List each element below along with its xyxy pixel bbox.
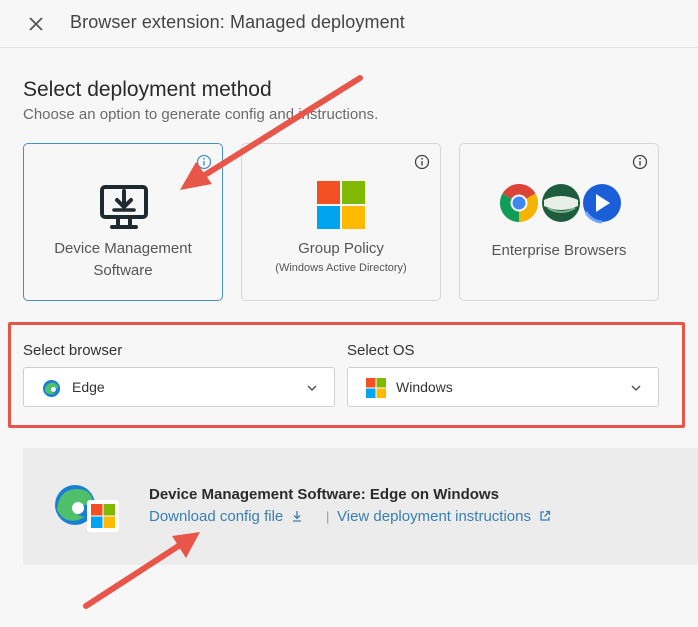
select-os-label: Select OS (347, 342, 415, 359)
browser-select[interactable]: Edge (23, 367, 335, 407)
chrome-icon (499, 183, 539, 223)
download-config-label: Download config file (149, 508, 284, 525)
card-label: Software (93, 262, 153, 279)
link-separator: | (326, 509, 330, 524)
info-icon[interactable] (414, 154, 430, 170)
close-icon[interactable] (26, 14, 46, 34)
info-icon[interactable] (632, 154, 648, 170)
card-label: Group Policy (298, 240, 384, 257)
result-panel: Device Management Software: Edge on Wind… (23, 448, 698, 565)
browser-logos-icon (499, 183, 621, 224)
windows-logo-icon (317, 181, 365, 229)
edge-icon (42, 379, 61, 398)
windows-logo-icon (366, 378, 386, 398)
section-title: Select deployment method (23, 78, 272, 101)
monitor-download-icon (100, 185, 148, 229)
card-label: Device Management (54, 240, 192, 257)
card-label: Enterprise Browsers (491, 242, 627, 259)
result-title: Device Management Software: Edge on Wind… (149, 486, 499, 503)
card-device-management[interactable]: Device Management Software (23, 143, 223, 301)
os-select[interactable]: Windows (347, 367, 659, 407)
blue-browser-icon (583, 184, 621, 224)
island-browser-icon (542, 184, 580, 222)
card-sublabel: (Windows Active Directory) (275, 262, 407, 274)
external-link-icon (540, 510, 551, 521)
header-title: Browser extension: Managed deployment (70, 12, 405, 32)
browser-select-value: Edge (72, 379, 105, 395)
download-icon (293, 511, 302, 522)
os-select-value: Windows (396, 379, 453, 395)
card-group-policy[interactable]: Group Policy (Windows Active Directory) (241, 143, 441, 301)
info-icon[interactable] (196, 154, 212, 170)
download-config-link[interactable]: Download config file (149, 508, 303, 525)
card-enterprise-browsers[interactable]: Enterprise Browsers (459, 143, 659, 301)
chevron-down-icon (631, 385, 641, 392)
section-description: Choose an option to generate config and … (23, 106, 379, 123)
edge-windows-combined-icon (55, 485, 119, 532)
view-instructions-label: View deployment instructions (337, 508, 531, 525)
select-browser-label: Select browser (23, 342, 123, 359)
header-bar: Browser extension: Managed deployment (0, 0, 698, 48)
chevron-down-icon (307, 385, 317, 392)
view-instructions-link[interactable]: View deployment instructions (337, 508, 551, 525)
